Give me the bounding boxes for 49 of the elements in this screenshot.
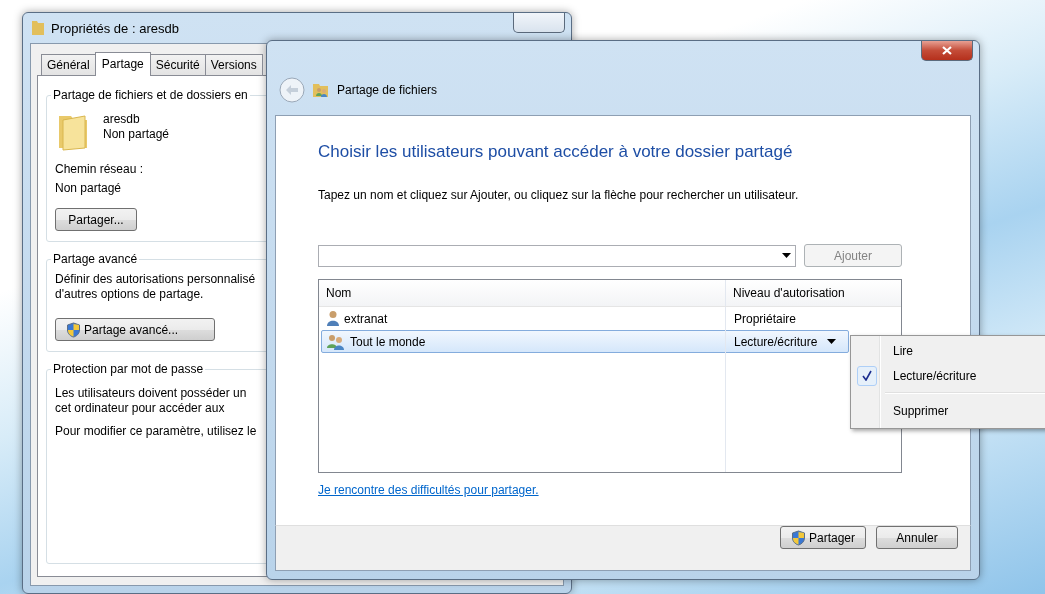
user-name: extranat [344, 311, 388, 326]
caret-icon [782, 253, 791, 258]
share-button[interactable]: Partager... [55, 208, 137, 231]
column-header[interactable]: Nom [319, 280, 725, 306]
caret-icon [827, 339, 837, 344]
dialog-button[interactable]: Annuler [876, 526, 958, 549]
menu-item[interactable]: Lire [851, 338, 1045, 363]
group-title: Partage avancé [52, 252, 139, 266]
instruction-text: Tapez un nom et cliquez sur Ajouter, ou cliquez sur la flèche pour rechercher un utilisateur. [318, 188, 800, 202]
network-path: Non partagé [55, 181, 122, 196]
dialog-button[interactable]: Partager [780, 526, 866, 549]
user-icon [326, 310, 340, 327]
tab[interactable]: Partage [94, 52, 151, 76]
folder-name: aresdb [103, 112, 141, 127]
window-title: Partage de fichiers [337, 83, 438, 97]
permission-level: Propriétaire [734, 311, 797, 326]
menu-item-label: Lire [893, 343, 913, 358]
advanced-sharing-button[interactable]: Partage avancé... [55, 318, 215, 341]
user-name: Tout le monde [350, 334, 426, 349]
paragraph: Pour modifier ce paramètre, utilisez le [55, 424, 257, 439]
tab[interactable]: Général [41, 54, 96, 76]
tab[interactable]: Versions [204, 54, 263, 76]
table-row[interactable]: extranat Propriétaire [321, 307, 849, 330]
description-line: Définir des autorisations personnalisé [55, 272, 256, 287]
close-icon [942, 46, 952, 55]
permission-level: Lecture/écriture [734, 334, 818, 349]
description-line: d'autres options de partage. [55, 287, 204, 302]
folder-status: Non partagé [103, 127, 170, 142]
close-button[interactable] [921, 41, 973, 61]
paragraph: Les utilisateurs doivent posséder un cet ordinateur pour accéder aux [55, 386, 247, 416]
share-icon [313, 82, 329, 98]
users-icon [326, 333, 346, 350]
window-title: Propriétés de : aresdb [51, 20, 179, 36]
tab[interactable]: Sécurité [149, 54, 206, 76]
menu-item-label: Lecture/écriture [893, 368, 977, 383]
page-heading: Choisir les utilisateurs pouvant accéder à votre dossier partagé [318, 142, 794, 162]
close-button[interactable] [513, 13, 565, 33]
column-header[interactable]: Niveau d'autorisation [725, 280, 901, 306]
network-path-label: Chemin réseau : [55, 162, 144, 177]
check-icon [862, 370, 872, 381]
folder-icon [31, 20, 45, 36]
menu-item[interactable]: Lecture/écriture [851, 363, 1045, 388]
table-row[interactable]: Tout le monde Lecture/écriture [321, 330, 849, 353]
group-title: Partage de fichiers et de dossiers en [52, 88, 249, 102]
group-title: Protection par mot de passe [52, 362, 205, 376]
shield-icon [66, 321, 81, 338]
menu-item[interactable]: Supprimer [851, 398, 1045, 423]
menu-item-label: Supprimer [893, 403, 949, 418]
help-link[interactable]: Je rencontre des difficultés pour partager. [318, 483, 539, 497]
